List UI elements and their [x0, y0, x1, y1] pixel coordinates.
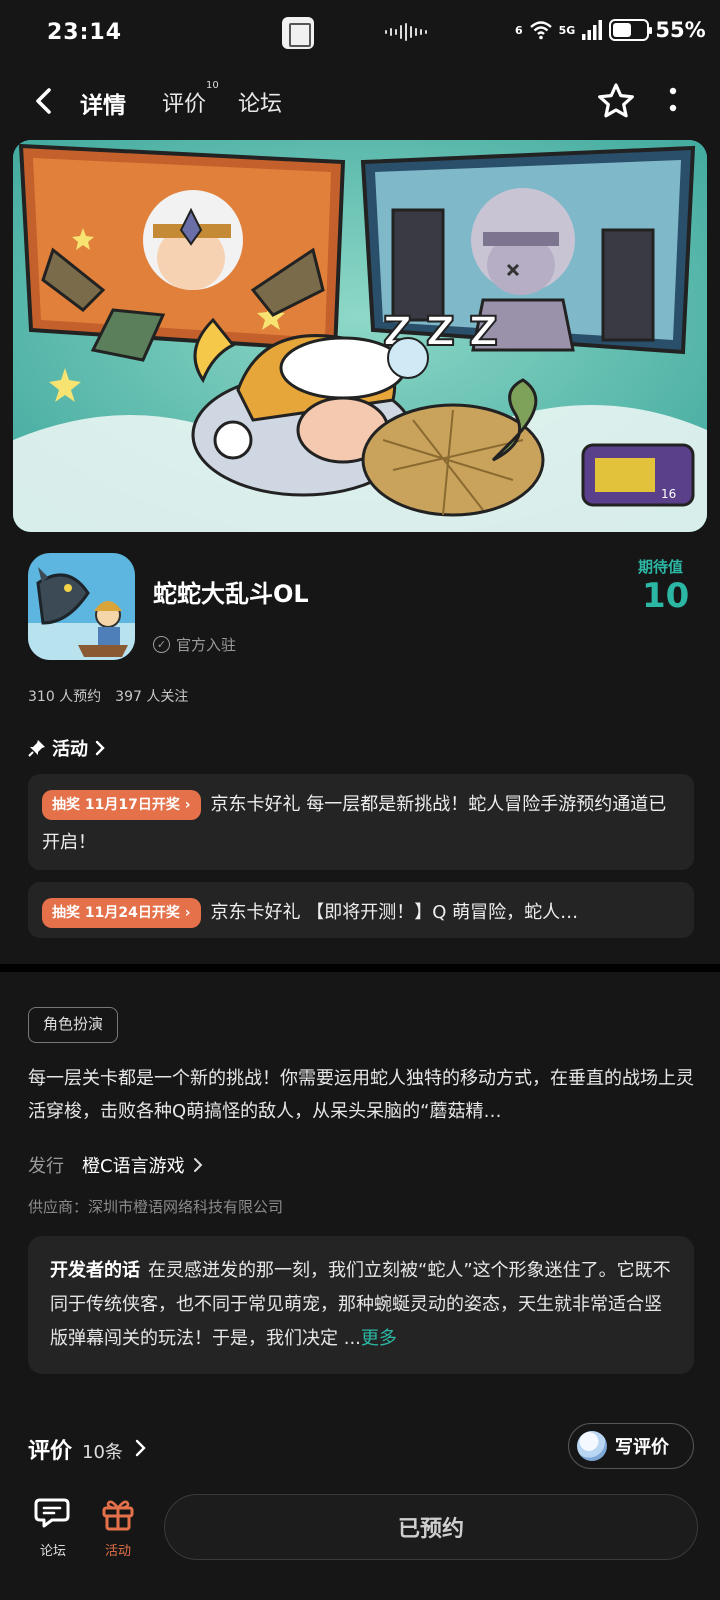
battery-icon — [609, 19, 653, 41]
expect-value: 10 — [642, 576, 690, 616]
reservation-stats: 310 人预约 397 人关注 — [28, 689, 189, 705]
chevron-right-icon — [95, 740, 105, 756]
banner-illustration: Z Z Z 16 — [13, 140, 707, 532]
official-badge: ✓ 官方入驻 — [153, 634, 236, 655]
activity-header[interactable]: 活动 — [28, 735, 106, 761]
reviews-header[interactable]: 评价 10条 — [28, 1433, 147, 1465]
genre-tag[interactable]: 角色扮演 — [28, 1007, 119, 1043]
verified-check-icon: ✓ — [153, 636, 170, 653]
lottery-tag: 抽奖 11月24日开奖 › — [42, 898, 201, 928]
publisher-name: 橙C语言游戏 — [82, 1156, 185, 1177]
activity-card[interactable]: 抽奖 11月24日开奖 › 京东卡好礼 【即将开测！】Q 萌冒险，蛇人… — [28, 882, 694, 938]
activity-text: 京东卡好礼 【即将开测！】Q 萌冒险，蛇人… — [210, 902, 579, 923]
network-type: 5G — [558, 23, 576, 37]
forum-chat-icon — [34, 1498, 70, 1528]
activity-header-label: 活动 — [52, 739, 88, 760]
tab-reviews[interactable]: 评价 — [162, 86, 206, 118]
developer-note[interactable]: 开发者的话 在灵感迸发的那一刻，我们立刻被“蛇人”这个形象迷住了。它既不同于传统侠… — [28, 1236, 694, 1374]
activity-card[interactable]: 抽奖 11月17日开奖 › 京东卡好礼 每一层都是新挑战！蛇人冒险手游预约通道已开… — [28, 774, 694, 870]
favorite-star-icon[interactable] — [596, 82, 636, 120]
battery-percent: 55% — [655, 18, 706, 42]
reserved-button[interactable]: 已预约 — [164, 1494, 698, 1560]
more-options-icon[interactable] — [660, 84, 686, 118]
reviews-count: 10条 — [82, 1442, 123, 1463]
reviews-title: 评价 — [28, 1439, 73, 1464]
expect-label: 期待值 — [638, 558, 684, 576]
publisher-row[interactable]: 发行 橙C语言游戏 — [28, 1152, 203, 1178]
game-app-icon — [28, 553, 135, 660]
developer-note-label: 开发者的话 — [50, 1260, 140, 1281]
game-title: 蛇蛇大乱斗OL — [153, 580, 309, 608]
write-review-label: 写评价 — [615, 1437, 669, 1458]
avatar — [577, 1431, 607, 1461]
gift-icon — [102, 1500, 134, 1531]
supplier-info: 供应商：深圳市橙语网络科技有限公司 — [28, 1198, 284, 1216]
wifi-badge: 6 — [515, 23, 523, 37]
audio-wave-icon — [385, 23, 427, 41]
bottom-activity-label: 活动 — [104, 1544, 131, 1559]
status-time: 23:14 — [47, 20, 123, 45]
top-nav: 详情 评价 10 论坛 — [0, 66, 720, 136]
app-notification-icon — [282, 17, 314, 49]
lottery-tag: 抽奖 11月17日开奖 › — [42, 790, 201, 820]
chevron-right-icon — [193, 1158, 202, 1172]
status-bar: 23:14 6 5G 55% — [0, 0, 720, 66]
more-link[interactable]: 更多 — [361, 1328, 397, 1349]
pin-icon — [28, 740, 45, 757]
bottom-activity-button[interactable]: 活动 — [98, 1496, 138, 1559]
write-review-button[interactable]: 写评价 — [568, 1423, 694, 1469]
publisher-label: 发行 — [28, 1156, 64, 1177]
back-icon[interactable] — [28, 84, 62, 118]
section-divider — [0, 964, 720, 972]
wifi-icon — [529, 21, 552, 40]
chevron-right-icon — [135, 1439, 146, 1457]
tab-forum[interactable]: 论坛 — [238, 86, 282, 118]
game-banner[interactable]: Z Z Z 16 — [13, 140, 707, 532]
bottom-forum-button[interactable]: 论坛 — [33, 1496, 73, 1559]
signal-icon — [582, 20, 603, 40]
game-description[interactable]: 每一层关卡都是一个新的挑战！你需要运用蛇人独特的移动方式，在垂直的战场上灵活穿梭… — [28, 1062, 694, 1128]
tab-reviews-badge: 10 — [206, 80, 219, 91]
tab-details[interactable]: 详情 — [80, 86, 126, 120]
banner-logo-badge: 16 — [661, 487, 676, 501]
bottom-forum-label: 论坛 — [39, 1544, 66, 1559]
official-badge-label: 官方入驻 — [176, 636, 237, 654]
status-right: 6 5G 55% — [515, 18, 706, 42]
